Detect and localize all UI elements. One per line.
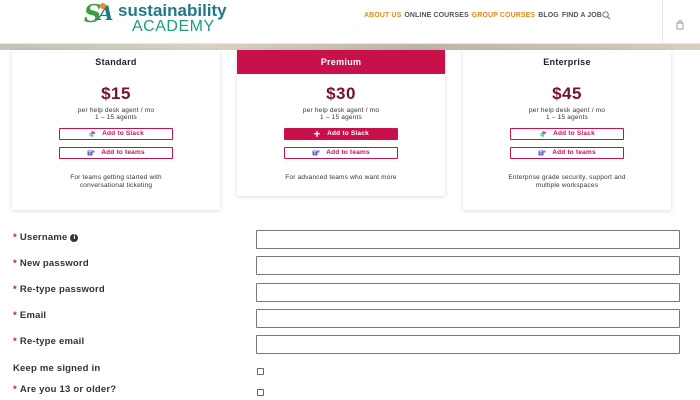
nav-group-courses[interactable]: GROUP COURSES [472,12,535,19]
required-mark: * [13,384,17,395]
add-to-teams-label: Add to teams [552,149,596,157]
required-mark: * [13,310,17,321]
nav-about-us[interactable]: ABOUT US [364,12,401,19]
required-mark: * [13,232,17,243]
email-input[interactable] [256,309,680,328]
add-to-slack-label: Add to Slack [102,130,144,138]
plan-per-agent: per help desk agent / mo [302,107,380,114]
retype-email-row: * Re-type email [0,332,700,358]
slack-icon [89,130,96,137]
keep-signed-in-label: Keep me signed in [13,363,101,374]
nav-find-a-job[interactable]: FIND A JOB [562,12,602,19]
nav-online-courses[interactable]: ONLINE COURSES [404,12,468,19]
retype-password-input[interactable] [256,283,680,302]
plan-card-enterprise: Enterprise $45 per help desk agent / mo … [463,50,671,210]
logo-line2: ACADEMY [132,18,215,35]
username-row: * Username i [0,228,700,254]
username-label: * Username i [13,232,79,243]
plan-description-2: conversational ticketing [79,182,153,190]
slack-icon [314,130,321,137]
retype-password-row: * Re-type password [0,280,700,306]
plan-agent-range: 1 – 15 agents [320,114,362,122]
email-label: * Email [13,310,47,321]
retype-password-label: * Re-type password [13,284,105,295]
svg-text:T: T [540,151,543,156]
age-check-label: * Are you 13 or older? [13,384,117,395]
add-to-teams-button[interactable]: T Add to teams [59,146,173,159]
cart-icon[interactable] [676,20,684,30]
plan-description: Enterprise grade security, support and [508,173,626,181]
main-nav: ABOUT US ONLINE COURSES GROUP COURSES BL… [364,12,605,19]
add-to-slack-label: Add to Slack [327,130,369,138]
add-to-teams-label: Add to teams [101,149,145,157]
add-to-slack-button[interactable]: Add to Slack [510,127,624,140]
site-logo[interactable]: SA sustainability ACADEMY [84,0,227,35]
logo-line1: sustainability [118,1,227,20]
plan-per-agent: per help desk agent / mo [528,107,606,114]
required-mark: * [13,258,17,269]
new-password-input[interactable] [256,256,680,275]
plan-price: $15 [101,84,131,103]
required-mark: * [13,284,17,295]
nav-blog[interactable]: BLOG [538,12,559,19]
age-check-row: * Are you 13 or older? [0,380,700,400]
plan-per-agent: per help desk agent / mo [77,107,155,114]
svg-text:T: T [314,151,317,156]
plan-name: Enterprise [543,57,591,67]
new-password-label: * New password [13,258,89,269]
teams-icon: T [538,150,546,156]
keep-signed-in-checkbox[interactable] [257,368,264,375]
slack-icon [540,130,547,137]
add-to-slack-label: Add to Slack [553,130,595,138]
plan-description-2: multiple workspaces [535,182,599,190]
plan-name: Standard [95,57,137,67]
teams-icon: T [312,150,320,156]
plan-price: $30 [326,84,356,103]
teams-icon: T [87,150,95,156]
header-divider [662,0,663,44]
plan-description: For teams getting started with [70,173,162,181]
new-password-row: * New password [0,254,700,280]
info-icon[interactable]: i [70,234,79,242]
age-check-checkbox[interactable] [257,389,264,396]
add-to-teams-button[interactable]: T Add to teams [510,146,624,159]
email-row: * Email [0,306,700,332]
logo-mark-icon: SA [84,0,114,28]
plan-price: $45 [552,84,582,103]
add-to-teams-button[interactable]: T Add to teams [284,146,398,159]
add-to-slack-button[interactable]: Add to Slack [284,127,398,140]
plan-agent-range: 1 – 15 agents [95,114,137,122]
search-icon[interactable] [602,11,611,20]
retype-email-label: * Re-type email [13,336,85,347]
retype-email-input[interactable] [256,335,680,354]
plan-card-standard: Standard $15 per help desk agent / mo 1 … [12,50,220,210]
site-header: SA sustainability ACADEMY ABOUT US ONLIN… [0,0,700,44]
add-to-teams-label: Add to teams [326,149,370,157]
plan-card-premium: Premium $30 per help desk agent / mo 1 –… [237,50,445,196]
svg-text:T: T [89,151,92,156]
plan-description: For advanced teams who want more [285,173,397,181]
username-input[interactable] [256,230,680,249]
plan-name: Premium [237,50,445,74]
plan-agent-range: 1 – 15 agents [546,114,588,122]
add-to-slack-button[interactable]: Add to Slack [59,127,173,140]
required-mark: * [13,336,17,347]
